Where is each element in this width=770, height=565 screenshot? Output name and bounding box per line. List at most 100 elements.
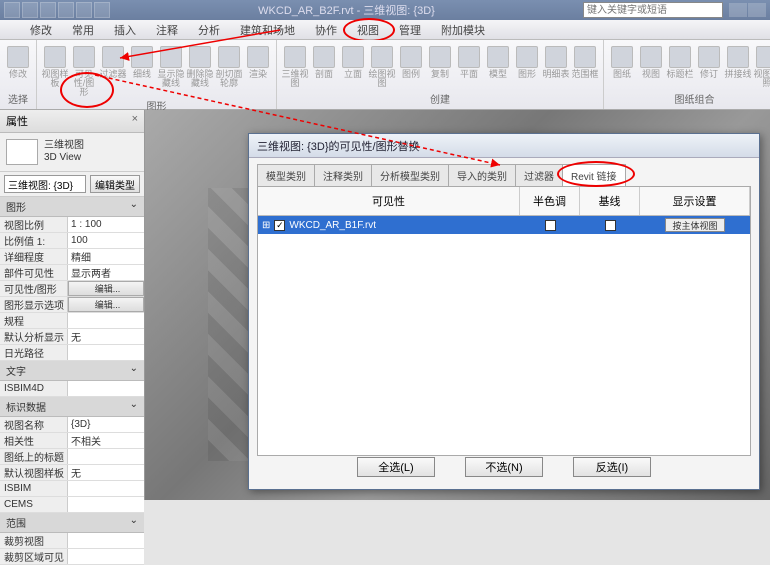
underlay-checkbox[interactable] <box>605 220 616 231</box>
property-value[interactable]: 编辑... <box>68 281 144 296</box>
ribbon-button[interactable]: 标题栏 <box>666 42 694 90</box>
property-row: 比例值 1:100 <box>0 233 144 249</box>
maximize-button[interactable] <box>748 3 766 17</box>
property-value[interactable]: 编辑... <box>68 297 144 312</box>
display-settings-button[interactable]: 按主体视图 <box>665 218 724 232</box>
tab-model-categories[interactable]: 模型类别 <box>257 164 315 186</box>
property-value[interactable]: 不相关 <box>68 433 144 448</box>
ribbon-label: 过滤器 <box>99 70 126 79</box>
tab-analyze[interactable]: 分析 <box>188 20 230 40</box>
property-section-header[interactable]: 标识数据⌄ <box>0 397 144 417</box>
property-value[interactable] <box>68 345 144 360</box>
app-menu-icon[interactable] <box>4 2 20 18</box>
ribbon-icon <box>516 46 538 68</box>
property-key: ISBIM <box>0 481 68 496</box>
tab-home[interactable]: 常用 <box>62 20 104 40</box>
ribbon-button[interactable]: 修改 <box>4 42 32 90</box>
halftone-checkbox[interactable] <box>545 220 556 231</box>
ribbon-icon <box>545 46 567 68</box>
ribbon-button[interactable]: 拼接线 <box>724 42 752 90</box>
tab-site[interactable]: 建筑和场地 <box>230 20 305 40</box>
property-row: 默认视图样板无 <box>0 465 144 481</box>
tab-collab[interactable]: 协作 <box>305 20 347 40</box>
property-key: 图形显示选项 <box>0 297 68 312</box>
ribbon-button[interactable]: 范围框 <box>571 42 599 90</box>
qat-save-icon[interactable] <box>40 2 56 18</box>
ribbon-label: 复制 <box>431 70 449 79</box>
ribbon-button[interactable]: 图形 <box>513 42 541 90</box>
expand-icon[interactable]: ⊞ <box>262 220 270 231</box>
tab-manage[interactable]: 管理 <box>389 20 431 40</box>
tab-insert[interactable]: 插入 <box>104 20 146 40</box>
property-section-header[interactable]: 文字⌄ <box>0 361 144 381</box>
link-row[interactable]: ⊞ ✓ WKCD_AR_B1F.rvt 按主体视图 <box>258 216 750 234</box>
ribbon-button[interactable]: 删除隐藏线 <box>186 42 214 97</box>
ribbon-button[interactable]: 剖面 <box>310 42 338 90</box>
ribbon-button[interactable]: 视图样板 <box>41 42 69 97</box>
property-value[interactable] <box>68 313 144 328</box>
ribbon-button[interactable]: 绘图视图 <box>368 42 396 90</box>
ribbon-button[interactable]: 图例 <box>397 42 425 90</box>
ribbon-button[interactable]: 剖切面轮廓 <box>215 42 243 97</box>
property-section-header[interactable]: 图形⌄ <box>0 197 144 217</box>
tab-annotation-categories[interactable]: 注释类别 <box>314 164 372 186</box>
ribbon-icon <box>611 46 633 68</box>
tab-filters[interactable]: 过滤器 <box>515 164 563 186</box>
tab-modify[interactable]: 修改 <box>20 20 62 40</box>
ribbon-button[interactable]: 视图 <box>637 42 665 90</box>
help-search-input[interactable] <box>583 2 723 18</box>
tab-annotate[interactable]: 注释 <box>146 20 188 40</box>
property-value[interactable]: 无 <box>68 465 144 480</box>
property-row: 裁剪区域可见 <box>0 549 144 565</box>
ribbon-button[interactable]: 平面 <box>455 42 483 90</box>
property-value[interactable] <box>68 381 144 396</box>
properties-close-icon[interactable]: × <box>132 113 138 129</box>
property-value[interactable]: 1 : 100 <box>68 217 144 232</box>
tab-view[interactable]: 视图 <box>347 20 389 40</box>
ribbon-button[interactable]: 修订 <box>695 42 723 90</box>
qat-open-icon[interactable] <box>22 2 38 18</box>
property-value[interactable] <box>68 481 144 496</box>
tab-revit-links[interactable]: Revit 链接 <box>562 164 626 186</box>
ribbon-button[interactable]: 视图参照 <box>753 42 770 90</box>
property-value[interactable]: 100 <box>68 233 144 248</box>
property-key: CEMS <box>0 497 68 512</box>
ribbon-icon <box>218 46 240 68</box>
edit-type-button[interactable]: 编辑类型 <box>90 175 140 193</box>
ribbon-button[interactable]: 细线 <box>128 42 156 97</box>
ribbon-button[interactable]: 明细表 <box>542 42 570 90</box>
qat-undo-icon[interactable] <box>58 2 74 18</box>
instance-selector[interactable]: 三维视图: {3D} <box>4 175 86 193</box>
property-value[interactable] <box>68 549 144 564</box>
type-selector[interactable]: 三维视图 3D View <box>0 133 144 172</box>
ribbon-button[interactable]: 图纸 <box>608 42 636 90</box>
tab-analytical-categories[interactable]: 分析模型类别 <box>371 164 449 186</box>
select-all-button[interactable]: 全选(L) <box>357 457 435 477</box>
tab-addins[interactable]: 附加模块 <box>431 20 495 40</box>
ribbon-button[interactable]: 复制 <box>426 42 454 90</box>
property-value[interactable]: 无 <box>68 329 144 344</box>
ribbon-button[interactable]: 立面 <box>339 42 367 90</box>
tab-imported-categories[interactable]: 导入的类别 <box>448 164 516 186</box>
ribbon-button[interactable]: 可见性/图形 <box>70 42 98 97</box>
property-value[interactable] <box>68 533 144 548</box>
property-section-header[interactable]: 范围⌄ <box>0 513 144 533</box>
property-value[interactable]: 显示两者 <box>68 265 144 280</box>
property-value[interactable] <box>68 497 144 512</box>
visibility-checkbox[interactable]: ✓ <box>274 220 285 231</box>
property-value[interactable] <box>68 449 144 464</box>
select-none-button[interactable]: 不选(N) <box>465 457 543 477</box>
link-name: WKCD_AR_B1F.rvt <box>289 220 376 231</box>
qat-print-icon[interactable] <box>94 2 110 18</box>
ribbon-button[interactable]: 三维视图 <box>281 42 309 90</box>
qat-redo-icon[interactable] <box>76 2 92 18</box>
ribbon-button[interactable]: 显示隐藏线 <box>157 42 185 97</box>
property-value[interactable]: 精细 <box>68 249 144 264</box>
invert-selection-button[interactable]: 反选(I) <box>573 457 651 477</box>
ribbon-button[interactable]: 渲染 <box>244 42 272 97</box>
minimize-button[interactable] <box>729 3 747 17</box>
ribbon-button[interactable]: 过滤器 <box>99 42 127 97</box>
property-value[interactable]: {3D} <box>68 417 144 432</box>
ribbon-button[interactable]: 模型 <box>484 42 512 90</box>
ribbon-label: 细线 <box>133 70 151 79</box>
